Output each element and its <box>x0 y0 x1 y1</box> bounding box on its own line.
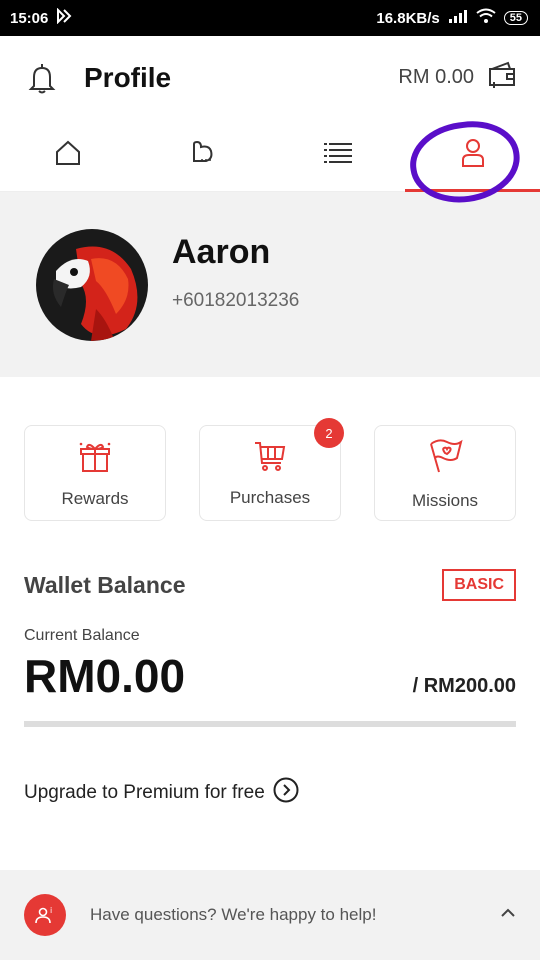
tab-deals[interactable] <box>135 120 270 191</box>
flag-icon <box>425 436 465 481</box>
support-agent-icon: i <box>24 894 66 936</box>
tier-badge[interactable]: BASIC <box>442 569 516 601</box>
wallet-title: Wallet Balance <box>24 571 186 598</box>
network-speed: 16.8KB/s <box>376 9 440 27</box>
balance-progress-bar <box>24 721 516 727</box>
tab-bar <box>0 114 540 210</box>
wallet-section: Wallet Balance BASIC Current Balance RM0… <box>0 521 540 727</box>
page-title: Profile <box>84 62 172 93</box>
chat-bubble-icon <box>189 139 217 172</box>
rewards-label: Rewards <box>61 488 129 508</box>
current-balance: RM0.00 <box>24 650 186 702</box>
help-bar[interactable]: i Have questions? We're happy to help! <box>0 870 540 960</box>
app-header: Profile RM 0.00 <box>0 36 540 120</box>
svg-text:i: i <box>50 906 52 915</box>
current-balance-label: Current Balance <box>24 627 140 644</box>
upgrade-text: Upgrade to Premium for free <box>24 781 265 803</box>
battery-indicator: 55 <box>503 11 528 25</box>
list-icon <box>323 141 353 170</box>
status-time: 15:06 <box>10 9 49 27</box>
chevron-right-circle-icon <box>273 777 299 808</box>
profile-card: Aaron +60182013236 <box>0 192 540 377</box>
upgrade-link[interactable]: Upgrade to Premium for free <box>0 727 540 808</box>
rewards-button[interactable]: Rewards <box>24 425 166 521</box>
missions-button[interactable]: Missions <box>374 425 516 521</box>
wallet-shortcut[interactable]: RM 0.00 <box>398 60 518 95</box>
balance-limit: / RM200.00 <box>412 675 516 697</box>
purchases-count-badge: 2 <box>314 418 344 448</box>
tab-list[interactable] <box>270 120 405 191</box>
wallet-icon <box>486 60 518 95</box>
chevron-up-icon[interactable] <box>500 906 516 924</box>
app-notification-icon <box>56 7 72 28</box>
tab-home[interactable] <box>0 120 135 191</box>
tab-profile[interactable] <box>405 120 540 192</box>
bell-icon[interactable] <box>24 60 60 96</box>
signal-icon <box>448 9 468 27</box>
home-icon <box>54 139 82 172</box>
wifi-icon <box>476 8 496 28</box>
avatar[interactable] <box>36 228 148 341</box>
help-text: Have questions? We're happy to help! <box>90 905 377 924</box>
purchases-button[interactable]: Purchases 2 <box>199 418 344 521</box>
profile-name: Aaron <box>172 233 271 271</box>
cart-icon <box>253 439 287 478</box>
gift-icon <box>77 438 113 479</box>
purchases-label: Purchases <box>229 487 311 507</box>
header-wallet-amount: RM 0.00 <box>398 66 474 88</box>
shortcut-row: Rewards Purchases 2 Missions <box>0 377 540 521</box>
user-icon <box>461 138 485 173</box>
missions-label: Missions <box>411 490 479 510</box>
profile-phone: +60182013236 <box>172 290 300 311</box>
status-bar: 15:06 16.8KB/s 55 <box>0 0 540 36</box>
